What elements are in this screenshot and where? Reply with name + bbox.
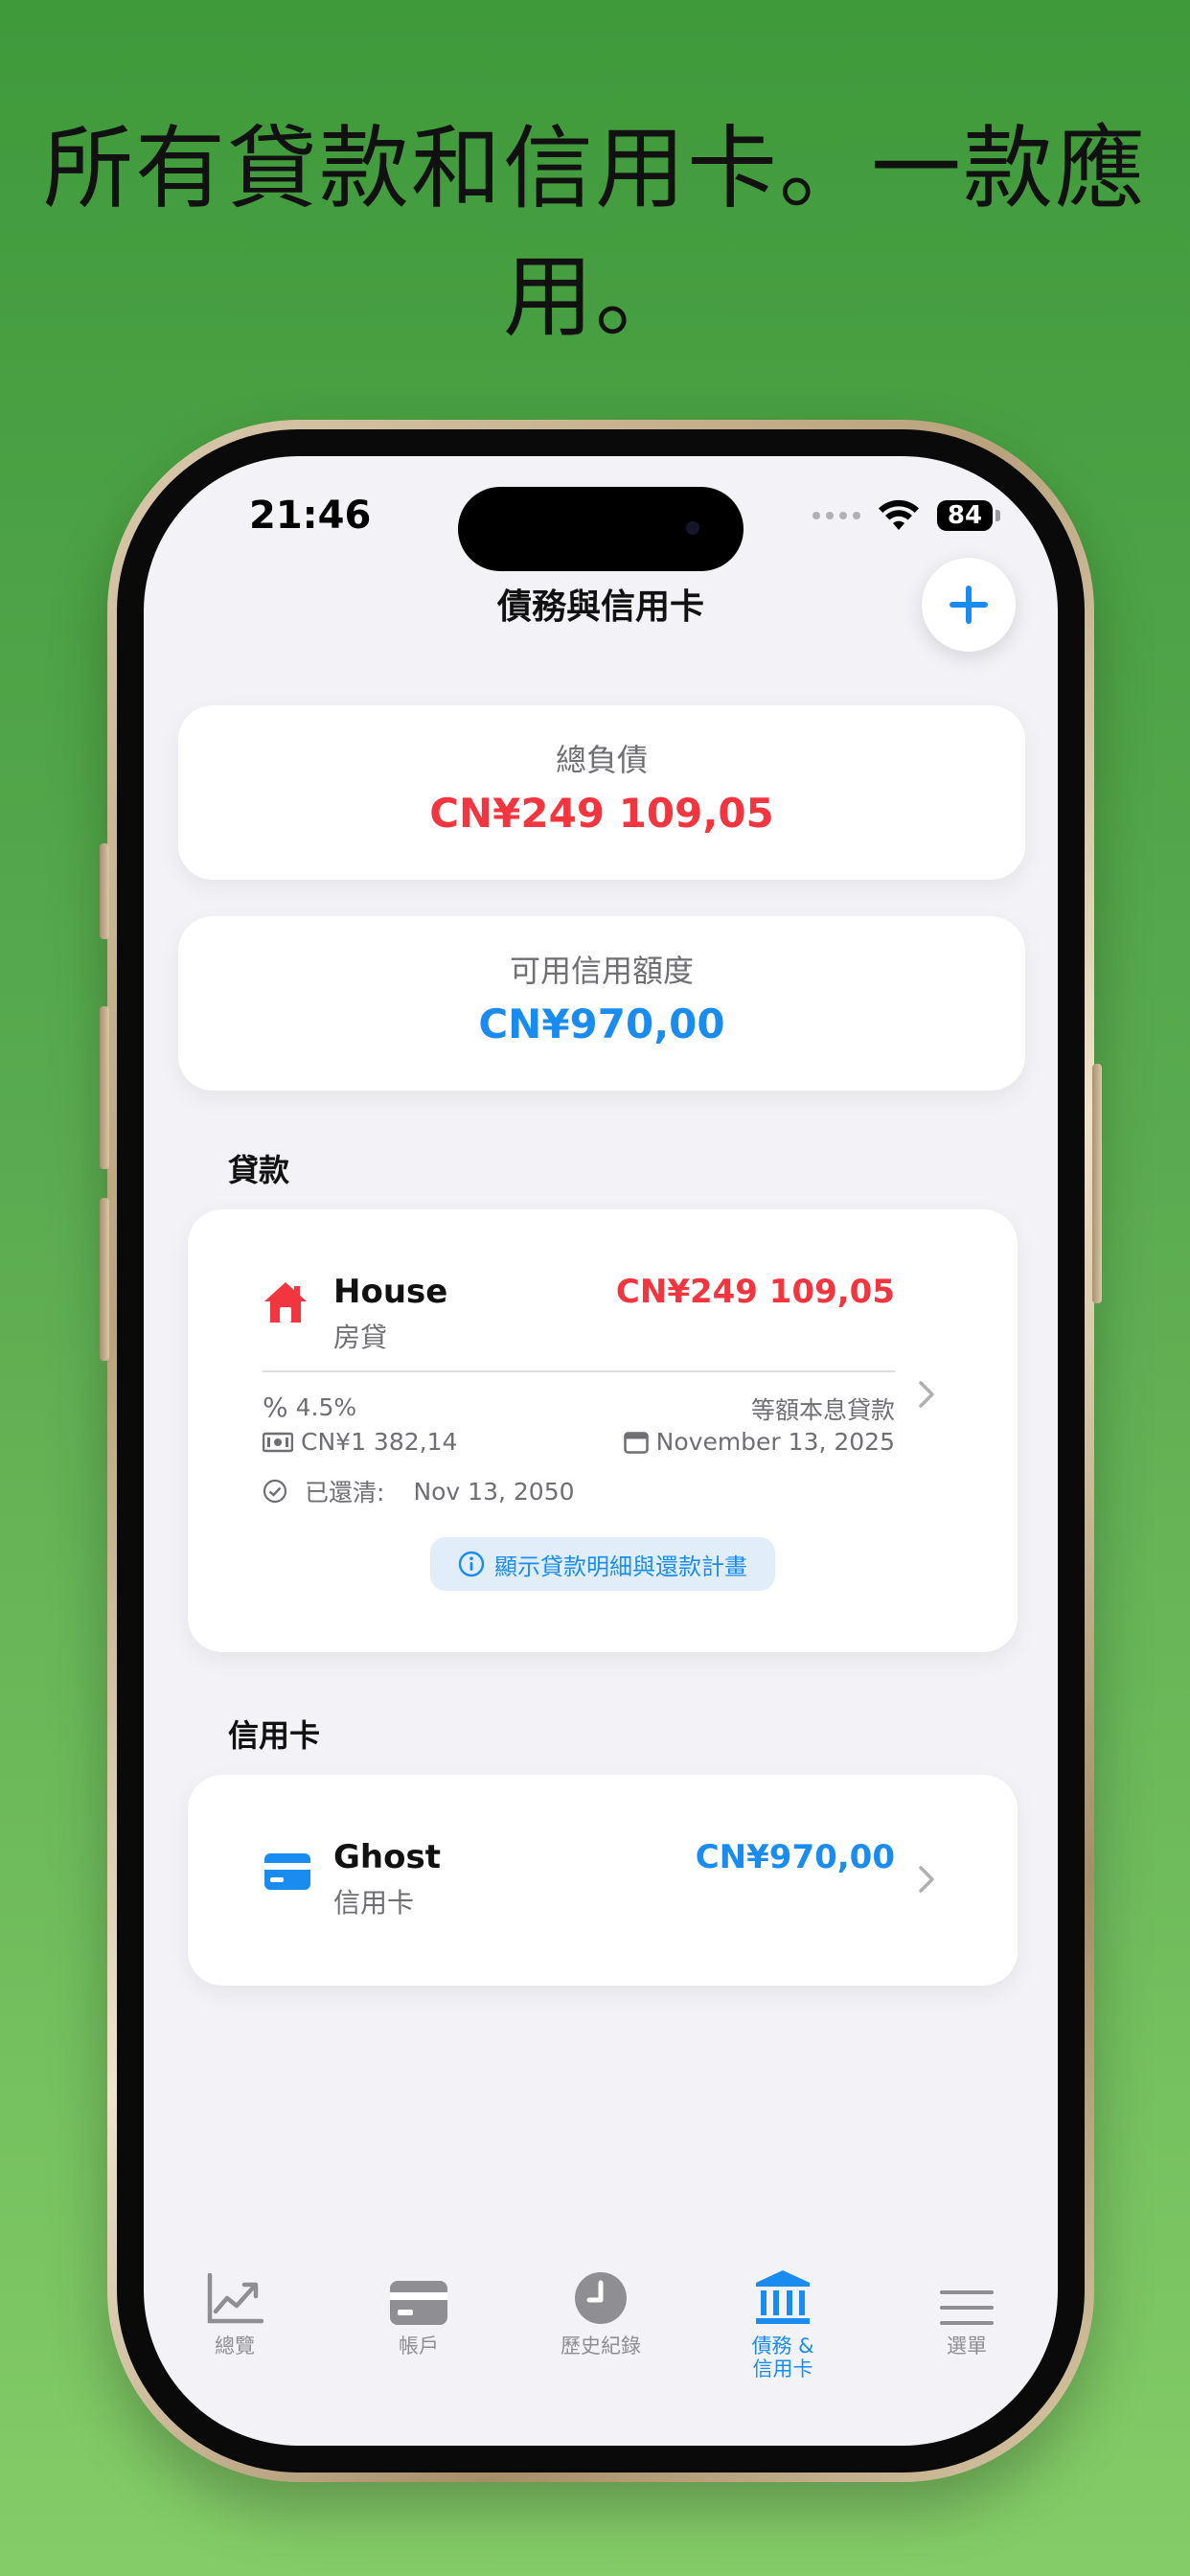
- tab-history-label: 歷史紀錄: [561, 2334, 641, 2358]
- available-credit-card: 可用信用額度 CN¥970,00: [178, 916, 1025, 1091]
- loan-payment-value: CN¥1 382,14: [301, 1428, 458, 1456]
- tab-menu[interactable]: 選單: [895, 2258, 1039, 2358]
- loan-type: 房貸: [333, 1322, 388, 1353]
- battery-icon: 84: [937, 500, 1000, 531]
- loan-paid-off-label: 已還清:: [305, 1479, 385, 1506]
- loan-details-label: 顯示貸款明細與還款計畫: [494, 1552, 747, 1580]
- page-title: 債務與信用卡: [496, 587, 704, 627]
- tab-accounts[interactable]: 帳戶: [347, 2258, 491, 2358]
- tab-overview-label: 總覽: [215, 2334, 255, 2358]
- credit-card-icon: [264, 1853, 310, 1890]
- loan-name: House: [333, 1273, 448, 1311]
- tab-debts-cards[interactable]: 債務 & 信用卡: [711, 2258, 855, 2380]
- tab-debts-cards-label: 債務 & 信用卡: [711, 2334, 855, 2380]
- info-icon: [458, 1551, 485, 1577]
- loan-method: 等額本息貸款: [750, 1396, 895, 1424]
- plus-icon: [950, 586, 988, 624]
- volume-down-button: [100, 1198, 109, 1361]
- tab-bar: 總覽 帳戶 歷史紀錄 債務 & 信用卡 選單: [144, 2258, 1058, 2411]
- status-indicators: 84: [812, 494, 1000, 537]
- house-icon: [264, 1282, 307, 1322]
- add-button[interactable]: [922, 558, 1016, 652]
- loan-next-date: November 13, 2025: [623, 1428, 895, 1456]
- credit-cards-section-title: 信用卡: [228, 1717, 321, 1754]
- status-time: 21:46: [249, 494, 372, 538]
- loan-paid-off-date: Nov 13, 2050: [413, 1477, 575, 1506]
- card-amount: CN¥970,00: [695, 1838, 895, 1876]
- headline: 所有貸款和信用卡。一款應用。: [42, 117, 1147, 350]
- loan-amount: CN¥249 109,05: [615, 1273, 895, 1311]
- card-icon: [390, 2281, 447, 2325]
- loan-card-house[interactable]: House 房貸 CN¥249 109,05 % 4.5% 等額本息貸款 CN¥…: [188, 1209, 1018, 1652]
- camera-dot: [686, 521, 699, 535]
- tab-history[interactable]: 歷史紀錄: [529, 2258, 673, 2358]
- clock-icon: [575, 2272, 627, 2324]
- signal-icon: [812, 512, 860, 519]
- tab-debts-cards-label-line2: 信用卡: [752, 2358, 813, 2380]
- chevron-right-icon: [919, 1381, 934, 1408]
- tab-debts-cards-label-line1: 債務 &: [751, 2334, 814, 2358]
- check-circle-icon: [263, 1479, 287, 1504]
- total-debt-card: 總負債 CN¥249 109,05: [178, 705, 1025, 880]
- bank-icon: [756, 2270, 810, 2324]
- menu-icon: [940, 2290, 994, 2325]
- credit-card-ghost[interactable]: Ghost 信用卡 CN¥970,00: [188, 1775, 1018, 1986]
- card-type: 信用卡: [333, 1887, 415, 1919]
- loans-section-title: 貸款: [228, 1152, 290, 1188]
- available-credit-value: CN¥970,00: [478, 1000, 725, 1047]
- loan-rate: % 4.5%: [263, 1392, 356, 1423]
- phone-screen: 21:46 84 債務與信用卡 總負債 CN¥249 109,05 可用信用額度…: [144, 456, 1058, 2446]
- available-credit-label: 可用信用額度: [509, 953, 694, 989]
- loan-next-date-value: November 13, 2025: [655, 1428, 895, 1456]
- wifi-icon: [879, 499, 919, 530]
- tab-overview[interactable]: 總覽: [163, 2258, 307, 2358]
- loan-paid-off: 已還清: Nov 13, 2050: [263, 1474, 575, 1508]
- power-button: [1092, 1064, 1102, 1303]
- dynamic-island: [458, 487, 744, 571]
- percent-icon: %: [263, 1392, 288, 1423]
- chart-icon: [207, 2273, 263, 2324]
- card-name: Ghost: [333, 1838, 441, 1876]
- total-debt-label: 總負債: [555, 742, 648, 778]
- volume-up-button: [100, 1006, 109, 1169]
- loan-divider: [263, 1370, 895, 1372]
- loan-payment: CN¥1 382,14: [263, 1428, 457, 1456]
- total-debt-value: CN¥249 109,05: [429, 790, 774, 837]
- tab-accounts-label: 帳戶: [399, 2334, 439, 2358]
- loan-rate-value: 4.5%: [295, 1393, 357, 1421]
- chevron-right-icon: [919, 1866, 934, 1893]
- loan-details-button[interactable]: 顯示貸款明細與還款計畫: [430, 1537, 775, 1591]
- silent-switch: [100, 843, 109, 939]
- banknote-icon: [263, 1432, 293, 1452]
- tab-menu-label: 選單: [947, 2334, 987, 2358]
- calendar-icon: [623, 1431, 649, 1454]
